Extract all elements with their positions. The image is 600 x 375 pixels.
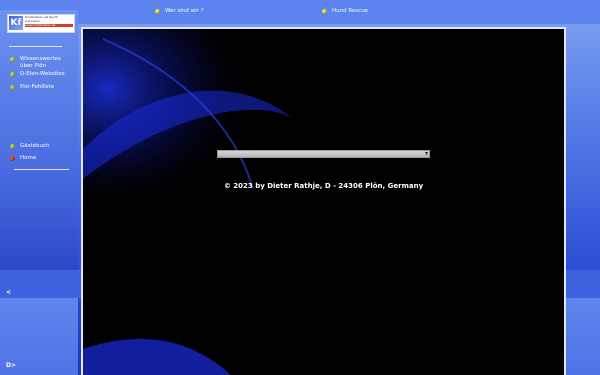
green-bullet-icon (10, 57, 15, 62)
nav-item-who-are-we[interactable]: Wer sind wir ? (155, 8, 204, 14)
content-panel: ▾ © 2023 by Dieter Rathje, D - 24306 Plö… (81, 27, 566, 375)
copyright-text: © 2023 by Dieter Rathje, D - 24306 Plön,… (223, 182, 424, 190)
logo-line: Kinderleben als Recht (25, 16, 58, 19)
sidebar-item-pixi-list[interactable]: Pixi-Fehlliste (10, 84, 54, 91)
green-bullet-icon (10, 144, 15, 149)
nav-item-label: Hund Rescue (332, 8, 369, 14)
sidebar-item-about-ploen[interactable]: Wissenswertes über Plön (10, 56, 70, 69)
yellow-bullet-icon (155, 8, 160, 14)
sidebar-item-label: Gästebuch (20, 143, 50, 149)
sidebar-item-home[interactable]: Home (10, 155, 36, 162)
sidebar (0, 10, 78, 272)
logo-line: www.kinderleben.de (25, 24, 73, 27)
back-link[interactable]: < (6, 289, 11, 296)
blue-swirl-decoration (83, 29, 323, 375)
sidebar-item-label: Home (20, 155, 37, 161)
sidebar-item-label: Wissenswertes über Plön (20, 56, 61, 69)
sidebar-divider (9, 46, 62, 47)
sidebar-item-guestbook[interactable]: Gästebuch (10, 143, 50, 150)
nav-item-dog-rescue[interactable]: Hund Rescue (322, 8, 368, 14)
sidebar-item-label: D-Elen-Websites (20, 71, 65, 77)
sidebar-divider (14, 169, 69, 170)
sidebar-item-websites[interactable]: D-Elen-Websites (10, 71, 65, 78)
top-bar: Wer sind wir ? Hund Rescue (0, 0, 600, 24)
progress-bar: ▾ (217, 150, 430, 158)
logo-line: auf Leben (25, 20, 40, 23)
logo-text: Kinderleben als Recht auf Leben www.kind… (25, 16, 73, 28)
forward-link[interactable]: D> (6, 362, 16, 369)
dropdown-arrow-icon[interactable]: ▾ (425, 151, 428, 157)
site-logo[interactable]: Kf Kinderleben als Recht auf Leben www.k… (7, 14, 75, 33)
green-bullet-icon (10, 72, 15, 77)
sidebar-item-label: Pixi-Fehlliste (20, 84, 55, 90)
green-bullet-icon (10, 85, 15, 90)
red-bullet-icon (10, 156, 15, 161)
lower-right-panel (566, 298, 600, 375)
logo-mark: Kf (9, 16, 23, 30)
nav-item-label: Wer sind wir ? (165, 8, 204, 14)
yellow-bullet-icon (322, 8, 327, 14)
